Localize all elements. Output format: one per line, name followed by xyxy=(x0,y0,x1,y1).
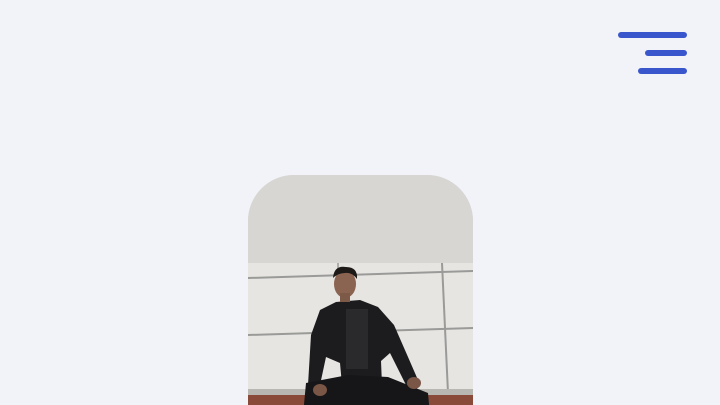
m-logo-icon[interactable] xyxy=(30,20,106,94)
portrait-photo xyxy=(248,175,473,405)
hamburger-menu-icon[interactable] xyxy=(612,26,694,80)
page xyxy=(0,0,720,405)
